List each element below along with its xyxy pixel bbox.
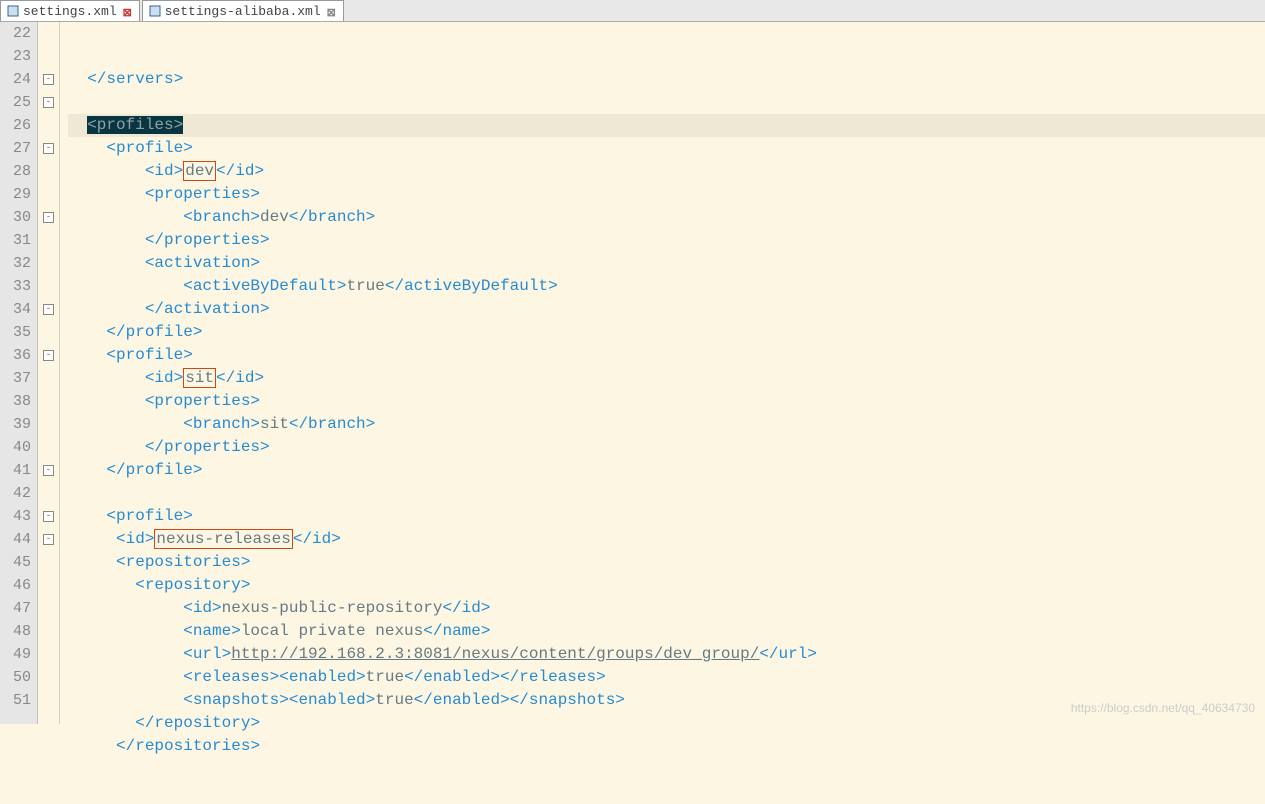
tab-settings-alibaba-xml[interactable]: settings-alibaba.xml ⊠ [142,0,344,21]
line-number: 24 [4,68,31,91]
code-line[interactable]: <profile> [68,137,1265,160]
line-number: 37 [4,367,31,390]
fold-toggle-icon[interactable]: - [43,212,54,223]
code-line[interactable]: <repository> [68,574,1265,597]
line-number: 25 [4,91,31,114]
code-line[interactable]: <url>http://192.168.2.3:8081/nexus/conte… [68,643,1265,666]
code-line[interactable]: <repositories> [68,551,1265,574]
line-number: 23 [4,45,31,68]
line-number: 47 [4,597,31,620]
line-number: 32 [4,252,31,275]
code-line[interactable]: </servers> [68,68,1265,91]
line-number: 33 [4,275,31,298]
line-number: 31 [4,229,31,252]
code-line[interactable]: <branch>sit</branch> [68,413,1265,436]
line-number: 35 [4,321,31,344]
fold-toggle-icon[interactable]: - [43,534,54,545]
close-icon[interactable]: ⊠ [327,6,337,16]
code-line[interactable]: <branch>dev</branch> [68,206,1265,229]
tab-settings-xml[interactable]: settings.xml ⊠ [0,0,140,21]
code-line[interactable]: </activation> [68,298,1265,321]
line-number: 27 [4,137,31,160]
tab-label: settings-alibaba.xml [165,4,321,19]
fold-toggle-icon[interactable]: - [43,465,54,476]
code-line[interactable]: </properties> [68,436,1265,459]
editor: 2223242526272829303132333435363738394041… [0,22,1265,724]
code-line[interactable]: </properties> [68,229,1265,252]
line-number: 30 [4,206,31,229]
code-line[interactable]: <properties> [68,390,1265,413]
code-line[interactable]: <id>dev</id> [68,160,1265,183]
line-number: 42 [4,482,31,505]
code-line[interactable]: <id>nexus-public-repository</id> [68,597,1265,620]
code-area[interactable]: </servers> <profiles> <profile> <id>dev<… [60,22,1265,724]
line-number: 22 [4,22,31,45]
line-gutter: 2223242526272829303132333435363738394041… [0,22,38,724]
line-number: 26 [4,114,31,137]
fold-toggle-icon[interactable]: - [43,350,54,361]
line-number: 36 [4,344,31,367]
fold-toggle-icon[interactable]: - [43,97,54,108]
line-number: 28 [4,160,31,183]
line-number: 38 [4,390,31,413]
code-line[interactable] [68,482,1265,505]
fold-toggle-icon[interactable]: - [43,304,54,315]
file-icon [149,5,161,17]
line-number: 46 [4,574,31,597]
code-line[interactable]: <releases><enabled>true</enabled></relea… [68,666,1265,689]
line-number: 29 [4,183,31,206]
tab-label: settings.xml [23,4,117,19]
line-number: 49 [4,643,31,666]
code-line[interactable]: <properties> [68,183,1265,206]
code-line[interactable]: <profiles> [68,114,1265,137]
line-number: 51 [4,689,31,712]
close-icon[interactable]: ⊠ [123,6,133,16]
fold-column: - - - - - - - - - [38,22,60,724]
fold-toggle-icon[interactable]: - [43,143,54,154]
line-number: 40 [4,436,31,459]
code-line[interactable]: <id>sit</id> [68,367,1265,390]
code-line[interactable]: <id>nexus-releases</id> [68,528,1265,551]
code-line[interactable]: <profile> [68,344,1265,367]
line-number: 34 [4,298,31,321]
code-line[interactable]: <name>local private nexus</name> [68,620,1265,643]
fold-toggle-icon[interactable]: - [43,511,54,522]
line-number: 45 [4,551,31,574]
line-number: 41 [4,459,31,482]
code-line[interactable]: <activation> [68,252,1265,275]
code-line[interactable]: <profile> [68,505,1265,528]
line-number: 50 [4,666,31,689]
watermark: https://blog.csdn.net/qq_40634730 [1071,697,1255,720]
line-number: 44 [4,528,31,551]
file-icon [7,5,19,17]
code-line[interactable] [68,91,1265,114]
fold-toggle-icon[interactable]: - [43,74,54,85]
code-line[interactable]: </profile> [68,459,1265,482]
code-line[interactable]: <activeByDefault>true</activeByDefault> [68,275,1265,298]
code-line[interactable]: </repositories> [68,735,1265,758]
tab-bar: settings.xml ⊠ settings-alibaba.xml ⊠ [0,0,1265,22]
code-line[interactable]: </profile> [68,321,1265,344]
line-number: 43 [4,505,31,528]
line-number: 48 [4,620,31,643]
line-number: 39 [4,413,31,436]
